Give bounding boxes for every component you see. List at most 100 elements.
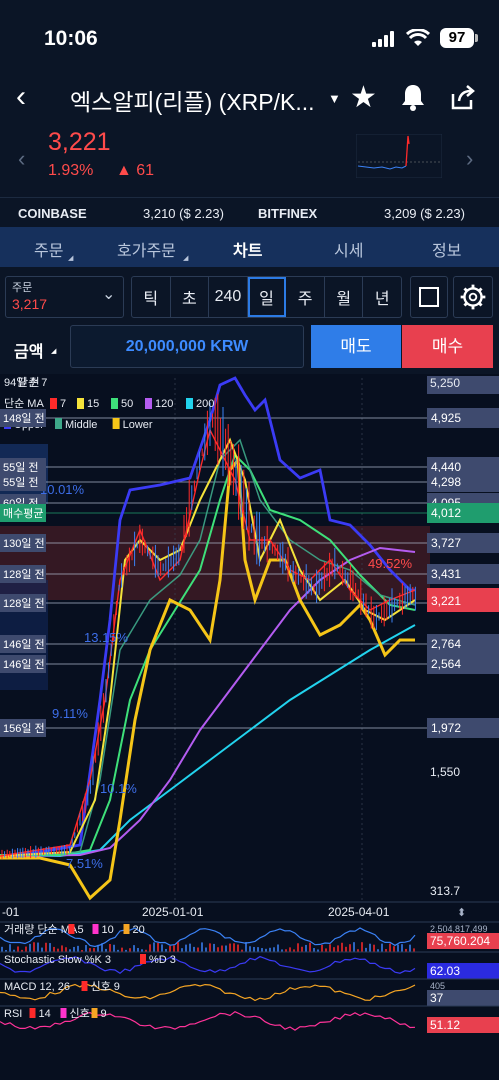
level-label: 55일 전 bbox=[3, 475, 39, 489]
chevron-down-icon[interactable]: ⌄ bbox=[102, 284, 115, 304]
percent-label: 49.52% bbox=[368, 556, 413, 571]
price-label: 3,431 bbox=[431, 567, 461, 581]
price-label: 4,012 bbox=[431, 506, 461, 520]
price-label: 2,564 bbox=[431, 657, 461, 671]
indicator-param: 신호 9 bbox=[91, 980, 120, 993]
price-zone bbox=[0, 526, 430, 600]
legend-swatch bbox=[68, 924, 75, 934]
level-label: 매수평균 bbox=[3, 507, 43, 520]
tab-market-price[interactable]: 시세 bbox=[334, 237, 363, 261]
indicator-param: 9 bbox=[101, 1008, 107, 1020]
legend-swatch bbox=[60, 1008, 67, 1018]
period-month-button[interactable]: 월 bbox=[325, 277, 364, 317]
legend-swatch bbox=[29, 1008, 36, 1018]
fullscreen-button[interactable] bbox=[410, 276, 448, 318]
percent-label: 9.11% bbox=[52, 706, 88, 721]
legend-item: 120 bbox=[155, 398, 173, 410]
indicator-param: 20 bbox=[133, 924, 145, 936]
axis-label-top: 5,250 bbox=[430, 376, 460, 390]
price-label: 4,925 bbox=[431, 411, 461, 425]
star-icon[interactable]: ★ bbox=[350, 80, 377, 115]
level-label: 146일 전 bbox=[3, 637, 45, 651]
exchange-row: COINBASE 3,210 ($ 2.23) BITFINEX 3,209 (… bbox=[0, 197, 499, 227]
legend-swatch bbox=[112, 418, 120, 429]
current-price-badge-text: 3,221 bbox=[431, 594, 461, 608]
legend-swatch bbox=[111, 398, 118, 409]
page-title[interactable]: 엑스알피(리플) (XRP/K... bbox=[70, 83, 315, 117]
back-icon[interactable]: ‹ bbox=[16, 80, 26, 114]
dropdown-triangle-icon: ◢ bbox=[51, 348, 57, 355]
indicator-param: %D 3 bbox=[149, 954, 176, 966]
level-label: 146일 전 bbox=[3, 657, 45, 671]
amount-label[interactable]: 금액 bbox=[14, 338, 43, 362]
tab-info[interactable]: 정보 bbox=[432, 237, 461, 261]
tab-order[interactable]: 주문 bbox=[34, 237, 63, 261]
x-axis-label: 2025-01-01 bbox=[142, 905, 204, 919]
tab-orderbook-order[interactable]: 호가주문 bbox=[117, 237, 176, 261]
indicator-value: 62.03 bbox=[430, 964, 460, 978]
legend-swatch bbox=[91, 1008, 98, 1018]
chevron-down-icon[interactable]: ▼ bbox=[328, 91, 341, 106]
price-label: 4,298 bbox=[431, 475, 461, 489]
change-percent: 1.93% bbox=[48, 162, 94, 179]
exchange-value: 3,209 ($ 2.23) bbox=[384, 206, 465, 221]
bell-icon[interactable] bbox=[398, 82, 428, 112]
sell-button[interactable]: 매도 bbox=[311, 325, 401, 368]
tab-chart[interactable]: 차트 bbox=[233, 237, 262, 261]
percent-label: 7.51% bbox=[66, 856, 103, 871]
legend-swatch bbox=[50, 398, 57, 409]
price-label: 3,727 bbox=[431, 536, 461, 550]
exchange-name: BITFINEX bbox=[258, 206, 318, 221]
change-amount: ▲ 61 bbox=[116, 162, 155, 179]
level-label: 128일 전 bbox=[3, 596, 45, 610]
current-price: 3,221 bbox=[48, 128, 111, 156]
battery-icon: 97 bbox=[440, 28, 474, 48]
amount-input[interactable]: 20,000,000 KRW bbox=[70, 325, 304, 368]
buy-button[interactable]: 매수 bbox=[402, 325, 493, 368]
exchange-name: COINBASE bbox=[18, 206, 87, 221]
price-chart[interactable]: 94일 전 단순 7 단순 MA 71550120200 UpperMiddle… bbox=[0, 374, 499, 1080]
legend-swatch bbox=[145, 398, 152, 409]
square-icon bbox=[419, 287, 439, 307]
indicator-value: 37 bbox=[430, 991, 444, 1005]
gear-icon[interactable] bbox=[453, 276, 493, 318]
next-coin-icon[interactable]: › bbox=[466, 146, 473, 172]
exchange-value: 3,210 ($ 2.23) bbox=[143, 206, 224, 221]
period-day-button[interactable]: 일 bbox=[247, 277, 287, 317]
period-tick-button[interactable]: 틱 bbox=[132, 277, 171, 317]
scroll-arrows-icon[interactable]: ⬍ bbox=[457, 907, 466, 919]
legend-swatch bbox=[81, 981, 88, 991]
percent-label: 13.15% bbox=[84, 630, 129, 645]
indicator-axis-label: 2,504,817,499 bbox=[430, 924, 488, 934]
indicator-name: RSI bbox=[4, 1008, 22, 1020]
clock: 10:06 bbox=[44, 27, 98, 50]
period-year-button[interactable]: 년 bbox=[363, 277, 401, 317]
price-label: 1,972 bbox=[431, 721, 461, 735]
period-week-button[interactable]: 주 bbox=[286, 277, 325, 317]
legend-item: 200 bbox=[196, 398, 214, 410]
legend-swatch bbox=[77, 398, 84, 409]
previous-coin-icon[interactable]: ‹ bbox=[18, 146, 25, 172]
period-second-button[interactable]: 초 bbox=[171, 277, 210, 317]
dropdown-triangle-icon: ◢ bbox=[68, 255, 74, 262]
indicator-name: 거래량 단순 MA bbox=[4, 923, 78, 936]
period-240-button[interactable]: 240 bbox=[209, 277, 248, 317]
indicator-param: 14 bbox=[39, 1008, 51, 1020]
x-axis-label: -01 bbox=[2, 905, 20, 919]
indicator-name: Stochastic Slow %K 3 bbox=[4, 954, 111, 966]
order-price: 3,217 bbox=[12, 296, 48, 312]
legend-ma-label: 단순 MA bbox=[4, 397, 44, 410]
mini-chart bbox=[356, 134, 442, 178]
wifi-icon bbox=[406, 29, 430, 46]
price-label: 2,764 bbox=[431, 637, 461, 651]
dropdown-triangle-icon: ◢ bbox=[183, 255, 189, 262]
share-icon[interactable] bbox=[447, 82, 477, 112]
legend-swatch bbox=[123, 924, 130, 934]
price-label: 4,440 bbox=[431, 460, 461, 474]
level-label: 130일 전 bbox=[3, 536, 45, 550]
indicator-value: 51.12 bbox=[430, 1018, 460, 1032]
x-axis-label: 2025-04-01 bbox=[328, 905, 390, 919]
order-label: 주문 bbox=[12, 282, 33, 294]
legend-swatch bbox=[140, 954, 146, 964]
period-selector: 틱 초 240 일 주 월 년 bbox=[131, 276, 402, 318]
